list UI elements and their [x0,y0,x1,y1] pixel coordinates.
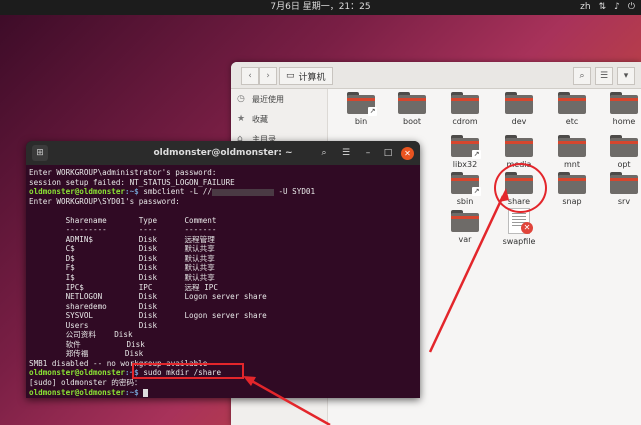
arrow-line-to-share [428,195,505,353]
arrow-line-to-command [249,378,331,425]
arrow-head-share [499,188,509,202]
annotation-arrows [243,188,509,425]
